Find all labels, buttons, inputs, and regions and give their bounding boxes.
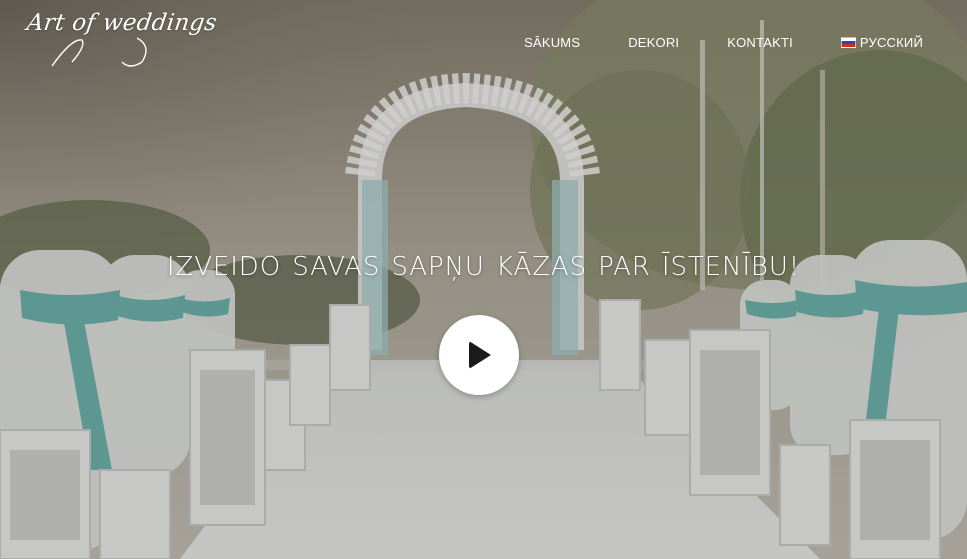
nav-item-dekori[interactable]: DEKORI — [628, 35, 679, 50]
site-logo[interactable]: Art of weddings — [25, 10, 218, 36]
nav-item-sakums[interactable]: SĀKUMS — [524, 35, 580, 50]
logo-swash-icon — [51, 37, 147, 67]
main-nav: SĀKUMS DEKORI KONTAKTI РУССКИЙ — [524, 35, 923, 50]
hero-headline: IZVEIDO SAVAS SAPŅU KĀZAS PAR ĪSTENĪBU! — [166, 252, 801, 282]
russian-flag-icon — [840, 37, 856, 48]
play-video-button[interactable] — [439, 315, 519, 395]
hero-section: Art of weddings SĀKUMS DEKORI KONTAKTI Р… — [0, 0, 967, 559]
nav-item-language-russian[interactable]: РУССКИЙ — [840, 35, 923, 50]
site-header: Art of weddings SĀKUMS DEKORI KONTAKTI Р… — [0, 0, 967, 86]
nav-item-language-label: РУССКИЙ — [859, 35, 923, 50]
play-icon — [469, 341, 491, 369]
nav-item-kontakti[interactable]: KONTAKTI — [727, 35, 793, 50]
